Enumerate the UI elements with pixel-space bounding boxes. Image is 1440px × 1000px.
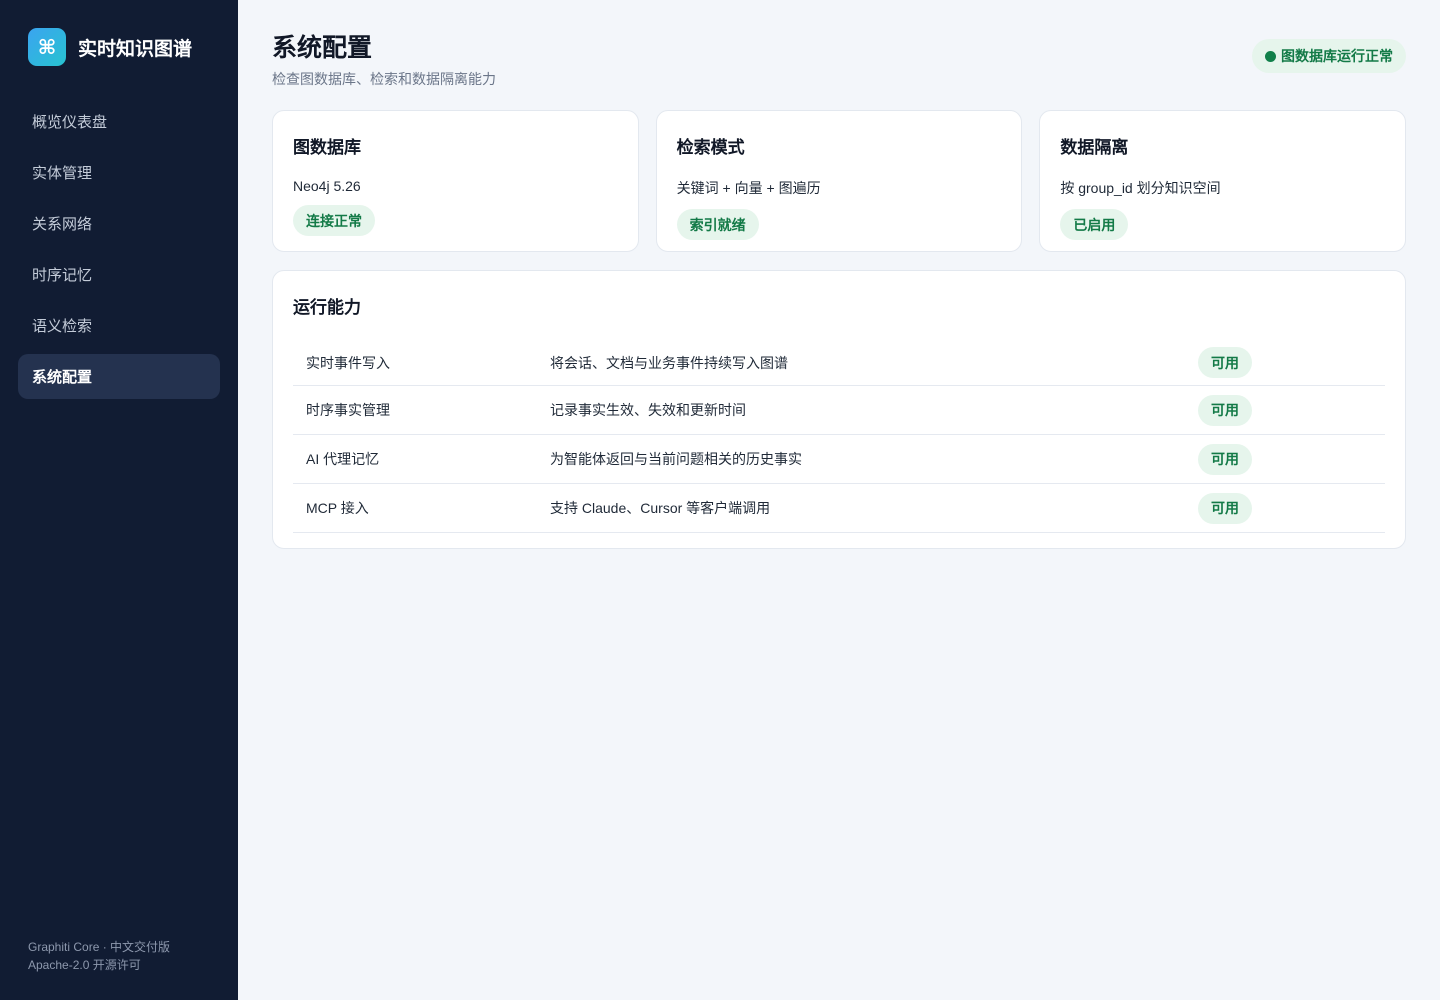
sidebar-item-entities[interactable]: 实体管理: [18, 150, 220, 195]
table-row: 时序事实管理 记录事实生效、失效和更新时间 可用: [293, 386, 1385, 435]
table-row: MCP 接入 支持 Claude、Cursor 等客户端调用 可用: [293, 484, 1385, 533]
status-badge: 已启用: [1060, 209, 1129, 240]
capability-name: MCP 接入: [306, 500, 369, 516]
capabilities-panel: 运行能力 实时事件写入 将会话、文档与业务事件持续写入图谱 可用 时序事实管理 …: [272, 270, 1406, 549]
sidebar-item-semantic-search[interactable]: 语义检索: [18, 303, 220, 348]
sidebar: ⌘ 实时知识图谱 概览仪表盘 实体管理 关系网络 时序记忆 语义检索 系统配置 …: [0, 0, 238, 1000]
page-subtitle: 检查图数据库、检索和数据隔离能力: [272, 71, 496, 87]
capability-name: AI 代理记忆: [306, 451, 380, 467]
page-title: 系统配置: [272, 34, 373, 62]
status-badge: 连接正常: [293, 205, 375, 236]
brand-name: 实时知识图谱: [78, 38, 193, 60]
table-row: 实时事件写入 将会话、文档与业务事件持续写入图谱 可用: [293, 340, 1385, 386]
brand[interactable]: ⌘ 实时知识图谱: [28, 28, 192, 66]
card-title: 图数据库: [293, 138, 361, 157]
sidebar-item-temporal-memory[interactable]: 时序记忆: [18, 252, 220, 297]
sidebar-item-overview[interactable]: 概览仪表盘: [18, 99, 220, 144]
footer-version: Graphiti Core · 中文交付版: [28, 940, 171, 954]
capability-description: 为智能体返回与当前问题相关的历史事实: [550, 451, 802, 467]
card-value: 按 group_id 划分知识空间: [1060, 180, 1221, 196]
sidebar-footer: Graphiti Core · 中文交付版 Apache-2.0 开源许可: [28, 938, 170, 974]
status-badge: 可用: [1198, 443, 1252, 475]
summary-cards: 图数据库 Neo4j 5.26 连接正常 检索模式 关键词 + 向量 + 图遍历…: [272, 110, 1407, 252]
status-badge: 可用: [1198, 492, 1252, 524]
footer-license: Apache-2.0 开源许可: [28, 958, 141, 972]
card-value: 关键词 + 向量 + 图遍历: [676, 180, 821, 196]
card-title: 数据隔离: [1060, 138, 1129, 157]
table-row: AI 代理记忆 为智能体返回与当前问题相关的历史事实 可用: [293, 435, 1385, 484]
card-search-mode: 检索模式 关键词 + 向量 + 图遍历 索引就绪: [655, 110, 1023, 252]
panel-title: 运行能力: [293, 298, 361, 317]
status-badge: 可用: [1198, 347, 1252, 378]
status-text: 图数据库运行正常: [1281, 48, 1393, 64]
capabilities-table: 实时事件写入 将会话、文档与业务事件持续写入图谱 可用 时序事实管理 记录事实生…: [293, 340, 1385, 533]
status-badge: 索引就绪: [676, 209, 759, 240]
capability-name: 时序事实管理: [306, 402, 390, 418]
card-graph-database: 图数据库 Neo4j 5.26 连接正常: [272, 110, 639, 252]
status-badge: 可用: [1198, 394, 1252, 426]
capability-description: 将会话、文档与业务事件持续写入图谱: [550, 354, 788, 371]
capability-description: 记录事实生效、失效和更新时间: [550, 402, 746, 418]
card-data-isolation: 数据隔离 按 group_id 划分知识空间 已启用: [1039, 110, 1407, 252]
status-badge: 图数据库运行正常: [1252, 39, 1406, 73]
sidebar-item-relations[interactable]: 关系网络: [18, 201, 220, 246]
command-icon: ⌘: [28, 28, 66, 66]
card-title: 检索模式: [676, 138, 745, 157]
status-dot-icon: [1265, 50, 1276, 62]
capability-name: 实时事件写入: [306, 354, 390, 371]
card-value: Neo4j 5.26: [293, 178, 361, 194]
capability-description: 支持 Claude、Cursor 等客户端调用: [550, 500, 771, 516]
sidebar-item-settings[interactable]: 系统配置: [18, 354, 220, 399]
sidebar-nav: 概览仪表盘 实体管理 关系网络 时序记忆 语义检索 系统配置: [18, 99, 220, 405]
